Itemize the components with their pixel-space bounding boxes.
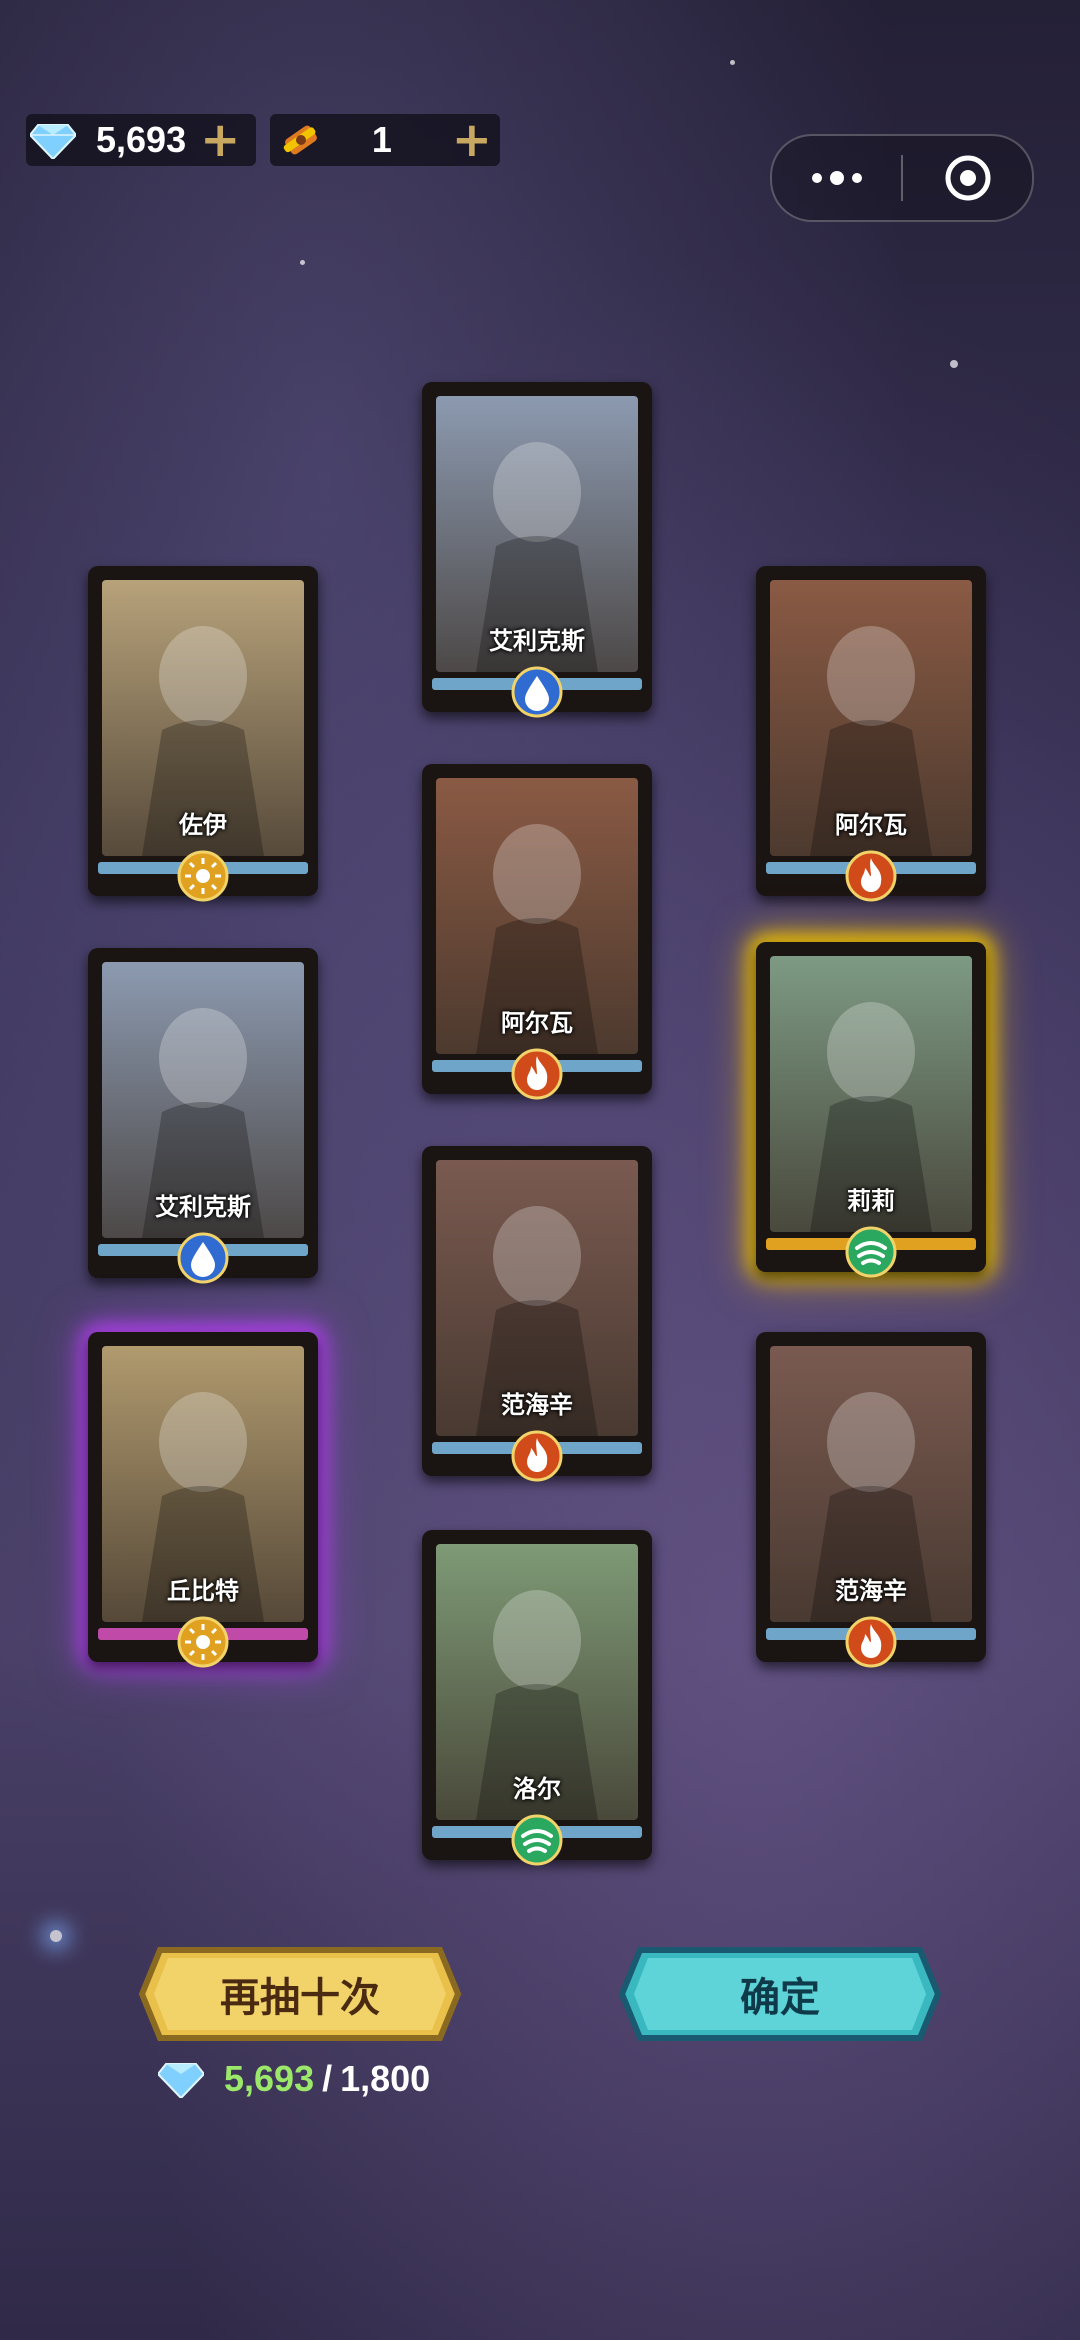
hero-card[interactable]: 洛尔 <box>422 1530 652 1866</box>
redraw-label: 再抽十次 <box>220 1975 380 2021</box>
fire-element-icon <box>511 1048 563 1100</box>
wind-element-icon <box>845 1226 897 1278</box>
star <box>300 260 305 265</box>
hero-name: 莉莉 <box>847 1187 895 1215</box>
water-element-icon <box>511 666 563 718</box>
wind-element-icon <box>511 1814 563 1866</box>
hero-name: 范海辛 <box>501 1391 573 1419</box>
confirm-label: 确定 <box>740 1975 820 2021</box>
miniprogram-capsule <box>770 134 1034 222</box>
diamond-counter: 5,693 + <box>26 114 256 166</box>
light-element-icon <box>177 1616 229 1668</box>
diamond-icon <box>158 2063 204 2098</box>
hero-card[interactable]: 范海辛 <box>756 1332 986 1668</box>
hero-card[interactable]: 艾利克斯 <box>422 382 652 718</box>
diamond-count: 5,693 <box>96 119 187 160</box>
owned-diamonds: 5,693 <box>224 2058 315 2099</box>
add-scroll-button[interactable]: + <box>452 116 492 164</box>
hero-name: 丘比特 <box>167 1577 239 1605</box>
hero-name: 艾利克斯 <box>489 627 585 655</box>
diamond-icon <box>30 124 76 159</box>
confirm-button[interactable]: 确定 <box>618 1946 942 2042</box>
cost-separator: / <box>322 2058 333 2099</box>
hero-card[interactable]: 阿尔瓦 <box>422 764 652 1100</box>
water-element-icon <box>177 1232 229 1284</box>
target-close-icon <box>945 155 990 201</box>
hero-name: 佐伊 <box>179 811 227 839</box>
light-element-icon <box>177 850 229 902</box>
fire-element-icon <box>845 1616 897 1668</box>
summon-scroll-icon <box>283 125 317 155</box>
hero-name: 范海辛 <box>835 1577 907 1605</box>
hero-name: 洛尔 <box>513 1775 561 1803</box>
required-diamonds: 1,800 <box>340 2058 431 2099</box>
fire-element-icon <box>845 850 897 902</box>
hero-card[interactable]: 艾利克斯 <box>88 948 318 1284</box>
star <box>950 360 958 368</box>
hero-name: 阿尔瓦 <box>835 811 907 839</box>
star <box>730 60 735 65</box>
hero-name: 阿尔瓦 <box>501 1009 573 1037</box>
more-button[interactable] <box>772 136 901 220</box>
star <box>50 1930 62 1942</box>
hero-card[interactable]: 莉莉 <box>756 942 986 1278</box>
close-miniprogram-button[interactable] <box>903 136 1032 220</box>
hero-name: 艾利克斯 <box>155 1193 251 1221</box>
hero-card[interactable]: 丘比特 <box>88 1332 318 1668</box>
hero-card[interactable]: 佐伊 <box>88 566 318 902</box>
redraw-ten-button[interactable]: 再抽十次 <box>138 1946 462 2042</box>
add-diamond-button[interactable]: + <box>200 116 240 164</box>
hero-card[interactable]: 阿尔瓦 <box>756 566 986 902</box>
scroll-counter: 1 + <box>270 114 500 166</box>
scroll-count: 1 <box>371 119 392 160</box>
fire-element-icon <box>511 1430 563 1482</box>
more-dots-icon <box>811 171 862 185</box>
hero-card[interactable]: 范海辛 <box>422 1146 652 1482</box>
draw-cost: 5,693 / 1,800 <box>158 2058 430 2100</box>
